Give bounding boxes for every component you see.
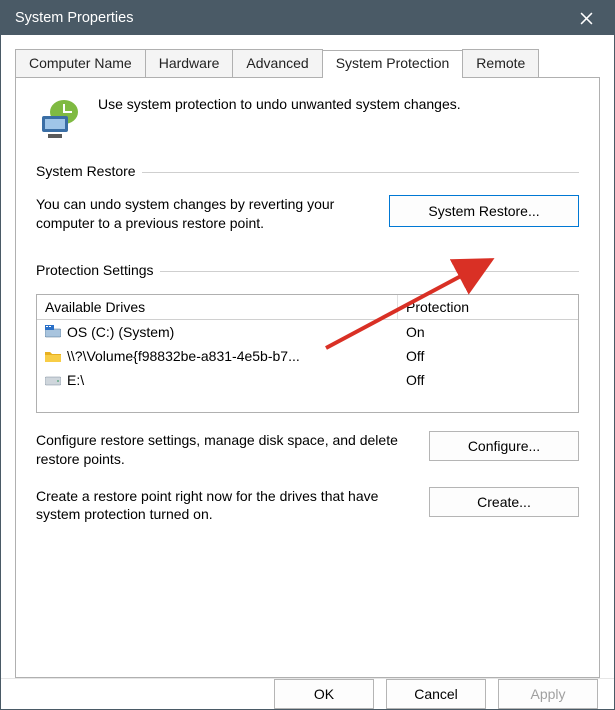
drive-name: OS (C:) (System) [67, 324, 174, 340]
create-row: Create a restore point right now for the… [36, 487, 579, 525]
folder-icon [45, 349, 61, 363]
tab-computer-name[interactable]: Computer Name [15, 49, 146, 77]
close-icon [580, 12, 593, 25]
group-protection-settings: Protection Settings Available Drives Pro… [36, 271, 579, 525]
disk-icon [45, 373, 61, 387]
drive-cell: E:\ [37, 370, 398, 390]
dialog-footer: OK Cancel Apply [1, 678, 614, 709]
system-protection-icon [36, 96, 84, 144]
col-protection[interactable]: Protection [398, 295, 578, 319]
drive-name: \\?\Volume{f98832be-a831-4e5b-b7... [67, 348, 300, 364]
protection-status: Off [398, 346, 578, 366]
create-button[interactable]: Create... [429, 487, 579, 517]
system-properties-window: System Properties Computer Name Hardware… [0, 0, 615, 710]
tab-remote[interactable]: Remote [462, 49, 539, 77]
configure-description: Configure restore settings, manage disk … [36, 431, 415, 469]
window-title: System Properties [15, 10, 133, 26]
cancel-button[interactable]: Cancel [386, 679, 486, 709]
restore-row: You can undo system changes by reverting… [36, 195, 579, 233]
protection-status: Off [398, 370, 578, 390]
col-available-drives[interactable]: Available Drives [37, 295, 398, 319]
titlebar: System Properties [1, 1, 614, 35]
restore-description: You can undo system changes by reverting… [36, 195, 375, 233]
table-row[interactable]: E:\ Off [37, 368, 578, 392]
drive-cell: OS (C:) (System) [37, 322, 398, 342]
tab-system-protection[interactable]: System Protection [322, 50, 464, 78]
dialog-body: Computer Name Hardware Advanced System P… [1, 35, 614, 678]
table-row[interactable]: \\?\Volume{f98832be-a831-4e5b-b7... Off [37, 344, 578, 368]
group-legend-protection: Protection Settings [36, 262, 160, 278]
tab-content: Use system protection to undo unwanted s… [15, 78, 600, 678]
drive-cell: \\?\Volume{f98832be-a831-4e5b-b7... [37, 346, 398, 366]
group-system-restore: System Restore You can undo system chang… [36, 172, 579, 233]
tab-hardware[interactable]: Hardware [145, 49, 234, 77]
group-legend-restore: System Restore [36, 163, 142, 179]
table-padding [37, 392, 578, 412]
intro-row: Use system protection to undo unwanted s… [36, 96, 579, 144]
system-restore-button[interactable]: System Restore... [389, 195, 579, 227]
tab-strip: Computer Name Hardware Advanced System P… [15, 49, 600, 78]
table-header: Available Drives Protection [37, 295, 578, 320]
configure-button[interactable]: Configure... [429, 431, 579, 461]
table-row[interactable]: OS (C:) (System) On [37, 320, 578, 344]
create-description: Create a restore point right now for the… [36, 487, 415, 525]
ok-button[interactable]: OK [274, 679, 374, 709]
disk-os-icon [45, 325, 61, 339]
drive-name: E:\ [67, 372, 84, 388]
drives-table: Available Drives Protection OS (C:) (Sys… [36, 294, 579, 413]
intro-text: Use system protection to undo unwanted s… [98, 96, 461, 112]
apply-button: Apply [498, 679, 598, 709]
close-button[interactable] [566, 1, 606, 35]
tab-advanced[interactable]: Advanced [232, 49, 322, 77]
configure-row: Configure restore settings, manage disk … [36, 431, 579, 469]
protection-status: On [398, 322, 578, 342]
table-body: OS (C:) (System) On \\?\Volume{f98832be-… [37, 320, 578, 412]
